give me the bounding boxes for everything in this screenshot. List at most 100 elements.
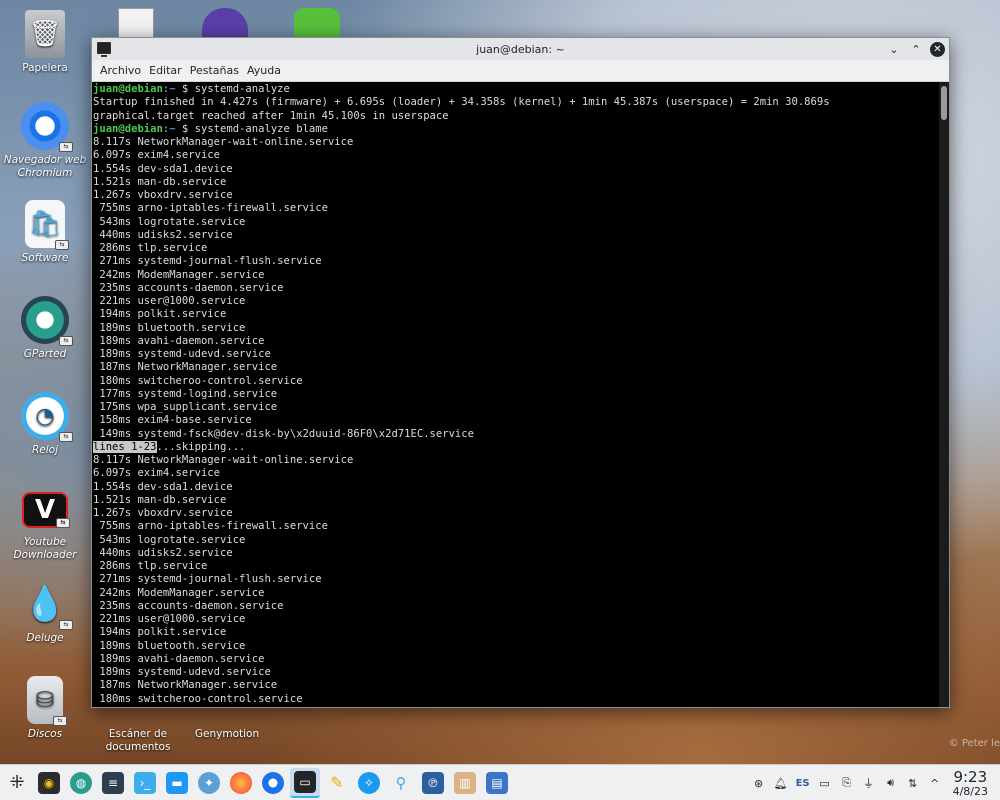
clipboard-icon[interactable]: ⎘ bbox=[839, 775, 855, 791]
system-monitor-icon: ≡ bbox=[102, 771, 124, 794]
taskbar-terminal[interactable]: ▭ bbox=[290, 767, 320, 798]
blame-line: 175ms wpa_supplicant.service bbox=[93, 401, 278, 413]
blame-line: 194ms polkit.service bbox=[93, 308, 227, 321]
youtube-downloader-icon: V ⇆ bbox=[22, 492, 70, 528]
close-icon[interactable]: ✕ bbox=[930, 41, 945, 57]
globe-icon: ✦ bbox=[198, 771, 220, 794]
terminal-app-icon[interactable] bbox=[97, 42, 111, 57]
blame-list: 8.117s NetworkManager-wait-online.servic… bbox=[93, 136, 939, 441]
pager-line: lines 1-23...skipping... bbox=[93, 440, 939, 454]
desktop-icon-label: Navegador web Chromium bbox=[3, 154, 87, 179]
desktop-icon-label: Escáner de documentos bbox=[105, 728, 171, 753]
desktop-icon-reloj[interactable]: ◔ ⇆ Reloj bbox=[0, 392, 90, 457]
desktop-icon-discos[interactable]: ⛁ ⇆ Discos bbox=[0, 676, 90, 741]
blame-line: 1.554s dev-sda1.device bbox=[93, 480, 233, 493]
desktop-icon-escaner[interactable]: Escáner de documentos bbox=[92, 728, 184, 754]
window-titlebar[interactable]: juan@debian: ~ ⌄ ⌃ ✕ bbox=[92, 38, 949, 60]
taskbar-network-tool[interactable]: ✧ bbox=[354, 768, 384, 798]
taskbar-globe[interactable]: ✦ bbox=[194, 768, 224, 798]
notifications-icon[interactable]: 🔔︎ bbox=[773, 775, 789, 791]
desktop-icon-label: Youtube Downloader bbox=[13, 536, 77, 561]
taskbar-archive[interactable]: ▤ bbox=[482, 768, 512, 798]
network-icon[interactable]: ⇅ bbox=[905, 775, 921, 791]
minimize-icon[interactable]: ⌄ bbox=[886, 41, 902, 57]
keyboard-layout[interactable]: ES bbox=[795, 775, 811, 791]
pager-status: lines 1-23 bbox=[93, 440, 157, 453]
taskbar-books[interactable]: ▥ bbox=[450, 768, 480, 798]
clock[interactable]: 9:23 4/8/23 bbox=[953, 769, 988, 798]
terminal-blue-icon: ›_ bbox=[134, 771, 156, 794]
blame-line: 543ms logrotate.service bbox=[93, 215, 246, 228]
terminal-window[interactable]: juan@debian: ~ ⌄ ⌃ ✕ Archivo Editar Pest… bbox=[91, 37, 950, 708]
desktop-icon-papelera[interactable]: 🗑 Papelera bbox=[0, 10, 90, 75]
blame-line: 242ms ModemManager.service bbox=[93, 586, 265, 599]
taskbar-firefox[interactable] bbox=[226, 768, 256, 798]
prompt-line: juan@debian:~ $ systemd-analyze blame bbox=[93, 123, 939, 136]
taskbar: ⁜ ◉ ◍ ≡ ›_ ▬ ✦ ▭ ✎ ✧ ⚲ ℗ ▥ ▤ ⊛ 🔔︎ ES ▭ ⎘… bbox=[0, 764, 1000, 800]
tray-expand-icon[interactable]: ^ bbox=[927, 775, 943, 791]
blame-line: 235ms accounts-daemon.service bbox=[93, 599, 284, 612]
desktop-icon-app-green[interactable] bbox=[294, 8, 340, 38]
taskbar-chromium[interactable] bbox=[258, 768, 288, 798]
taskbar-user-app[interactable]: ⚲ bbox=[386, 768, 416, 798]
app-p-icon: ℗ bbox=[422, 771, 444, 794]
blame-line: 1.267s vboxdrv.service bbox=[93, 507, 233, 519]
menu-ayuda[interactable]: Ayuda bbox=[243, 64, 285, 77]
window-title: juan@debian: ~ bbox=[476, 42, 565, 56]
desktop-icon-app-purple[interactable] bbox=[202, 8, 248, 38]
terminal-scrollbar[interactable] bbox=[939, 82, 949, 707]
display-icon[interactable]: ▭ bbox=[817, 775, 833, 791]
volume-icon[interactable]: 🔊︎ bbox=[883, 775, 899, 791]
desktop-icon-gparted[interactable]: ⇆ GParted bbox=[0, 296, 90, 361]
clock-date: 4/8/23 bbox=[952, 784, 988, 798]
desktop-icon-label: Discos bbox=[27, 728, 63, 740]
firefox-icon bbox=[230, 771, 252, 794]
blame-line: 8.117s NetworkManager-wait-online.servic… bbox=[93, 454, 354, 466]
app-launcher-icon[interactable]: ⁜ bbox=[2, 768, 32, 798]
blame-line: 194ms polkit.service bbox=[93, 626, 227, 639]
taskbar-system-monitor[interactable]: ≡ bbox=[98, 768, 128, 798]
app-icon-yellow: ◉ bbox=[38, 771, 60, 794]
desktop-icon-software[interactable]: 🛍 ⇆ Software bbox=[0, 200, 90, 265]
desktop-icon-document[interactable] bbox=[118, 8, 154, 38]
blame-line: 187ms NetworkManager.service bbox=[93, 679, 278, 692]
taskbar-app-p[interactable]: ℗ bbox=[418, 768, 448, 798]
scrollbar-thumb[interactable] bbox=[941, 86, 947, 120]
terminal-icon: ▭ bbox=[294, 770, 316, 793]
desktop-icon-label: Software bbox=[21, 252, 69, 264]
terminal-output[interactable]: juan@debian:~ $ systemd-analyze Startup f… bbox=[92, 82, 939, 707]
system-tray: ⊛ 🔔︎ ES ▭ ⎘ ⏚ 🔊︎ ⇅ ^ 9:23 4/8/23 bbox=[751, 765, 996, 800]
desktop-icon-label: Deluge bbox=[26, 632, 64, 644]
taskbar-editor[interactable]: ✎ bbox=[322, 768, 352, 798]
menu-editar[interactable]: Editar bbox=[145, 64, 186, 77]
desktop-icon-deluge[interactable]: 💧 ⇆ Deluge bbox=[0, 580, 90, 645]
taskbar-app-1[interactable]: ◉ bbox=[34, 768, 64, 798]
menu-archivo[interactable]: Archivo bbox=[96, 64, 145, 77]
usb-icon[interactable]: ⏚ bbox=[861, 775, 877, 791]
network-tool-icon: ✧ bbox=[358, 771, 380, 794]
gparted-icon: ◍ bbox=[70, 771, 92, 794]
blame-line: 1.521s man-db.service bbox=[93, 493, 227, 506]
taskbar-file-manager[interactable]: ▬ bbox=[162, 768, 192, 798]
blame-line: 6.097s exim4.service bbox=[93, 149, 220, 162]
blame-line: 177ms systemd-logind.service bbox=[93, 387, 278, 400]
blame-line: 189ms bluetooth.service bbox=[93, 639, 246, 652]
blame-line: 1.521s man-db.service bbox=[93, 175, 227, 188]
desktop-icon-genymotion[interactable]: Genymotion bbox=[182, 728, 272, 741]
menu-pestanas[interactable]: Pestañas bbox=[186, 64, 243, 77]
blame-line: 235ms accounts-daemon.service bbox=[93, 281, 284, 294]
desktop-icon-youtube-downloader[interactable]: V ⇆ Youtube Downloader bbox=[0, 488, 90, 562]
prompt-user: juan@debian bbox=[93, 83, 163, 95]
disks-icon: ⛁ ⇆ bbox=[27, 676, 67, 726]
blame-line: 755ms arno-iptables-firewall.service bbox=[93, 202, 328, 215]
taskbar-konsole-blue[interactable]: ›_ bbox=[130, 768, 160, 798]
accessibility-icon[interactable]: ⊛ bbox=[751, 775, 767, 791]
desktop-icon-chromium[interactable]: ⇆ Navegador web Chromium bbox=[0, 102, 90, 180]
output-line: Startup finished in 4.427s (firmware) + … bbox=[93, 96, 830, 109]
maximize-icon[interactable]: ⌃ bbox=[908, 41, 924, 57]
blame-list: 8.117s NetworkManager-wait-online.servic… bbox=[93, 454, 939, 706]
blame-line: 286ms tlp.service bbox=[93, 560, 208, 572]
blame-line: 221ms user@1000.service bbox=[93, 613, 246, 625]
blame-line: 8.117s NetworkManager-wait-online.servic… bbox=[93, 136, 354, 148]
taskbar-gparted[interactable]: ◍ bbox=[66, 768, 96, 798]
